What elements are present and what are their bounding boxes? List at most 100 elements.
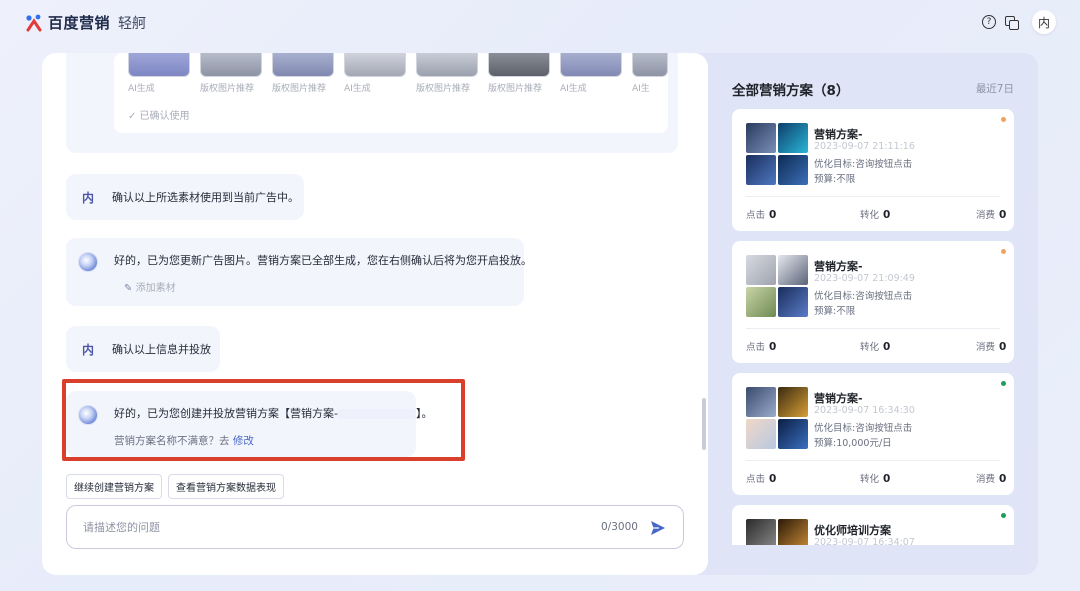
plan-budget: 预算:不限 <box>814 306 856 317</box>
plan-images <box>746 123 810 187</box>
question-input[interactable] <box>83 516 563 538</box>
add-material-label: 添加素材 <box>135 283 176 294</box>
plan-image <box>746 123 776 153</box>
brand-logo[interactable]: 百度营销 轻舸 <box>24 12 146 33</box>
user-message: 内 确认以上信息并投放 <box>66 326 220 372</box>
plan-budget: 预算:不限 <box>814 174 856 185</box>
continue-create-plan-button[interactable]: 继续创建营销方案 <box>66 474 162 499</box>
thumbnail-label: AI生 <box>632 84 650 94</box>
thumbnail-label: 版权图片推荐 <box>416 84 471 94</box>
plan-date: 2023-09-07 21:09:49 <box>814 273 915 284</box>
plan-images <box>746 255 810 319</box>
cost-value: 0 <box>999 341 1007 353</box>
thumbnail-label: 版权图片推荐 <box>272 84 327 94</box>
baidu-paw-icon <box>24 13 44 33</box>
thumbnail-label: AI生成 <box>128 84 155 94</box>
ai-message: 好的，已为您更新广告图片。营销方案已全部生成，您在右侧确认后将为您开启投放。 ✎… <box>66 238 532 306</box>
user-avatar[interactable]: 内 <box>1032 10 1056 34</box>
plan-image <box>746 287 776 317</box>
question-input-box[interactable]: 0/3000 <box>66 505 684 549</box>
plan-name: 营销方案- <box>814 260 863 273</box>
thumbnail[interactable] <box>488 53 550 77</box>
cost-stat: 消费 0 <box>976 339 1006 353</box>
plans-title: 全部营销方案（8） <box>732 83 850 99</box>
plan-card[interactable]: 营销方案- 2023-09-07 21:11:16 优化目标:咨询按钮点击 预算… <box>732 109 1014 231</box>
cost-label: 消费 <box>976 342 996 353</box>
ai-assistant-avatar-icon <box>78 252 98 272</box>
plan-image <box>778 255 808 285</box>
plan-image <box>746 387 776 417</box>
cost-stat: 消费 0 <box>976 207 1006 221</box>
conversions-stat: 转化 0 <box>860 207 890 221</box>
plan-date: 2023-09-07 21:11:16 <box>814 141 915 152</box>
thumbnail-label: 版权图片推荐 <box>200 84 255 94</box>
plan-goal: 优化目标:咨询按钮点击 <box>814 159 913 170</box>
char-counter: 0/3000 <box>601 521 638 533</box>
plan-image <box>746 155 776 185</box>
user-tag: 内 <box>82 342 95 357</box>
thumbnail-label: AI生成 <box>560 84 587 94</box>
clicks-value: 0 <box>769 341 777 353</box>
plan-date: 2023-09-07 16:34:30 <box>814 405 915 416</box>
plan-image <box>746 519 776 545</box>
thumbnail[interactable] <box>344 53 406 77</box>
quick-actions: 继续创建营销方案 查看营销方案数据表现 <box>66 474 284 499</box>
plan-card[interactable]: 优化师培训方案 2023-09-07 16:34:07 <box>732 505 1014 545</box>
plan-card[interactable]: 营销方案- 2023-09-07 21:09:49 优化目标:咨询按钮点击 预算… <box>732 241 1014 363</box>
clicks-stat: 点击 0 <box>746 207 776 221</box>
status-dot <box>1001 117 1006 122</box>
help-icon[interactable]: ? <box>982 15 996 29</box>
status-dot <box>1001 513 1006 518</box>
plan-image <box>778 123 808 153</box>
clicks-label: 点击 <box>746 210 766 221</box>
plans-panel: 全部营销方案（8） 最近7日 营销方案- 2023-09-07 21:11:16… <box>716 53 1038 575</box>
magic-wand-icon: ✎ <box>124 283 133 294</box>
plan-name: 优化师培训方案 <box>814 524 891 537</box>
ai-message-text: 好的，已为您更新广告图片。营销方案已全部生成，您在右侧确认后将为您开启投放。 <box>114 254 532 267</box>
conversions-stat: 转化 0 <box>860 339 890 353</box>
copy-icon[interactable] <box>1004 15 1019 30</box>
send-icon[interactable] <box>649 519 667 537</box>
plan-card[interactable]: 营销方案- 2023-09-07 16:34:30 优化目标:咨询按钮点击 预算… <box>732 373 1014 495</box>
plan-name: 营销方案- <box>814 128 863 141</box>
cost-value: 0 <box>999 209 1007 221</box>
thumbnail[interactable] <box>272 53 334 77</box>
clicks-label: 点击 <box>746 342 766 353</box>
plan-date: 2023-09-07 16:34:07 <box>814 537 915 545</box>
plan-image <box>778 287 808 317</box>
chat-scrollbar[interactable] <box>702 398 706 450</box>
thumbnail[interactable] <box>560 53 622 77</box>
plan-image <box>778 387 808 417</box>
user-tag: 内 <box>82 190 95 205</box>
cost-value: 0 <box>999 473 1007 485</box>
plan-image <box>778 155 808 185</box>
thumbnail[interactable] <box>200 53 262 77</box>
clicks-stat: 点击 0 <box>746 339 776 353</box>
conversions-stat: 转化 0 <box>860 471 890 485</box>
plan-goal: 优化目标:咨询按钮点击 <box>814 291 913 302</box>
conversions-label: 转化 <box>860 474 880 485</box>
thumbnail[interactable] <box>416 53 478 77</box>
conversions-label: 转化 <box>860 210 880 221</box>
conversions-value: 0 <box>883 473 891 485</box>
highlight-box <box>62 379 465 461</box>
plan-image <box>746 255 776 285</box>
date-range-filter[interactable]: 最近7日 <box>976 81 1014 96</box>
conversions-value: 0 <box>883 341 891 353</box>
thumbnail-label: AI生成 <box>344 84 371 94</box>
clicks-value: 0 <box>769 209 777 221</box>
user-message-text: 确认以上信息并投放 <box>112 343 212 356</box>
view-plan-data-button[interactable]: 查看营销方案数据表现 <box>168 474 284 499</box>
clicks-label: 点击 <box>746 474 766 485</box>
header-actions: ? 内 <box>982 10 1056 34</box>
add-material-link[interactable]: ✎ 添加素材 <box>124 279 176 294</box>
plan-budget: 预算:10,000元/日 <box>814 438 892 449</box>
top-header: 百度营销 轻舸 ? 内 <box>0 0 1080 44</box>
plan-goal: 优化目标:咨询按钮点击 <box>814 423 913 434</box>
status-dot <box>1001 381 1006 386</box>
divider <box>746 460 1000 461</box>
conversions-label: 转化 <box>860 342 880 353</box>
thumbnail[interactable] <box>128 53 190 77</box>
thumbnail[interactable] <box>632 53 668 77</box>
brand-name: 百度营销 <box>48 14 111 32</box>
